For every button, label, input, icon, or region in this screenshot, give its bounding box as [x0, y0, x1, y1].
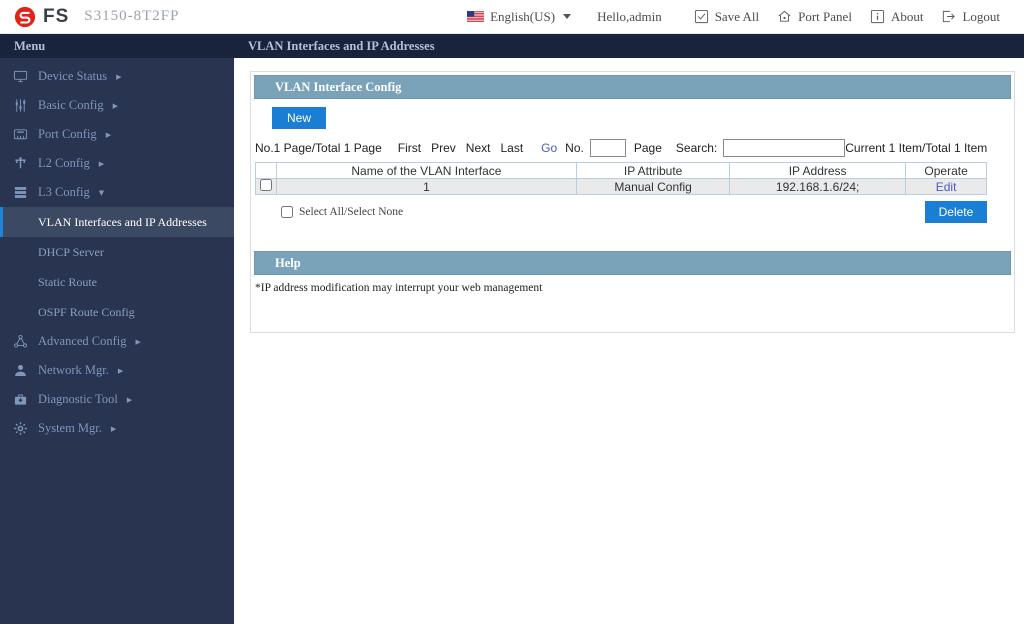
chevron-right-icon: ▶	[105, 130, 112, 139]
table-row: 1 Manual Config 192.168.1.6/24; Edit	[255, 178, 988, 195]
logout-button[interactable]: Logout	[941, 9, 1000, 25]
chevron-right-icon: ▶	[98, 159, 105, 168]
search-label: Search:	[675, 141, 718, 155]
col-operate: Operate	[904, 162, 988, 179]
col-ip-attribute: IP Attribute	[575, 162, 731, 179]
layers-icon	[13, 185, 28, 200]
panel-header-help: Help	[254, 251, 1012, 275]
topology-icon	[13, 156, 28, 171]
first-page-link[interactable]: First	[398, 141, 421, 155]
sidebar-item-l3-config[interactable]: L3 Config ▼	[0, 178, 234, 207]
sidebar: Device Status ▶ Basic Config ▶ Port Conf…	[0, 58, 234, 624]
us-flag-icon	[467, 11, 485, 22]
pagination-bar: No.1 Page/Total 1 Page First Prev Next L…	[255, 139, 987, 157]
next-page-link[interactable]: Next	[466, 141, 491, 155]
select-all-label: Select All/Select None	[299, 206, 404, 218]
logout-icon	[941, 9, 956, 24]
row-checkbox[interactable]	[260, 179, 272, 191]
page-title: VLAN Interfaces and IP Addresses	[248, 38, 435, 53]
monitor-icon	[13, 69, 28, 84]
language-selector[interactable]: English(US)	[467, 8, 572, 25]
header-checkbox-cell	[255, 162, 277, 179]
sidebar-item-system-mgr[interactable]: System Mgr. ▶	[0, 414, 234, 443]
cell-ip-address: 192.168.1.6/24;	[729, 178, 906, 195]
config-card: VLAN Interface Config New No.1 Page/Tota…	[250, 71, 1016, 333]
last-page-link[interactable]: Last	[500, 141, 523, 155]
sidebar-item-port-config[interactable]: Port Config ▶	[0, 120, 234, 149]
chevron-right-icon: ▶	[112, 101, 119, 110]
chevron-right-icon: ▶	[126, 395, 133, 404]
topbar: FS S3150-8T2FP English(US) Hello,admin S…	[0, 0, 1024, 34]
save-all-button[interactable]: Save All	[694, 9, 759, 25]
port-panel-button[interactable]: Port Panel	[777, 9, 852, 25]
brand: FS S3150-8T2FP	[14, 6, 179, 28]
language-label: English(US)	[490, 8, 556, 24]
panel-header-vlan-config: VLAN Interface Config	[254, 75, 1012, 99]
new-button[interactable]: New	[272, 107, 327, 129]
delete-button[interactable]: Delete	[924, 201, 988, 223]
chevron-right-icon: ▶	[116, 72, 122, 81]
sidebar-item-advanced-config[interactable]: Advanced Config ▶	[0, 327, 234, 356]
about-button[interactable]: About	[870, 9, 923, 25]
user-greeting: Hello,admin	[597, 8, 662, 24]
search-input[interactable]	[723, 139, 846, 157]
chevron-right-icon: ▶	[117, 366, 124, 375]
go-link[interactable]: Go	[541, 141, 557, 155]
sidebar-item-diagnostic-tool[interactable]: Diagnostic Tool ▶	[0, 385, 234, 414]
no-label: No.	[565, 141, 584, 155]
select-all-checkbox[interactable]	[281, 206, 293, 218]
port-icon	[13, 127, 28, 142]
fs-logo-icon	[14, 6, 36, 28]
chevron-down-icon: ▼	[98, 188, 105, 197]
chevron-right-icon: ▶	[110, 424, 117, 433]
sidebar-item-l2-config[interactable]: L2 Config ▶	[0, 149, 234, 178]
sidebar-item-device-status[interactable]: Device Status ▶	[0, 62, 234, 91]
chevron-down-icon	[563, 14, 572, 19]
main-content: VLAN Interface Config New No.1 Page/Tota…	[234, 58, 1024, 624]
current-item-info: Current 1 Item/Total 1 Item	[845, 141, 988, 155]
sidebar-item-ospf-route-config[interactable]: OSPF Route Config	[0, 297, 234, 327]
person-icon	[13, 363, 28, 378]
prev-page-link[interactable]: Prev	[431, 141, 456, 155]
page-info: No.1 Page/Total 1 Page	[255, 141, 382, 155]
sliders-icon	[13, 98, 28, 113]
page-label: Page	[633, 141, 662, 155]
gear-icon	[13, 421, 28, 436]
sidebar-item-dhcp-server[interactable]: DHCP Server	[0, 237, 234, 267]
port-panel-icon	[777, 9, 792, 24]
share-icon	[13, 334, 28, 349]
sidebar-item-static-route[interactable]: Static Route	[0, 267, 234, 297]
col-ip-address: IP Address	[729, 162, 906, 179]
help-text: *IP address modification may interrupt y…	[255, 282, 543, 294]
save-all-icon	[694, 9, 709, 24]
page-number-input[interactable]	[589, 139, 626, 157]
menu-label: Menu	[14, 38, 46, 53]
menubar: Menu VLAN Interfaces and IP Addresses	[0, 34, 1024, 58]
vlan-table: Name of the VLAN Interface IP Attribute …	[255, 162, 988, 195]
sidebar-item-network-mgr[interactable]: Network Mgr. ▶	[0, 356, 234, 385]
sidebar-item-basic-config[interactable]: Basic Config ▶	[0, 91, 234, 120]
select-all-row: Select All/Select None Delete	[281, 201, 988, 223]
col-name: Name of the VLAN Interface	[276, 162, 577, 179]
table-header-row: Name of the VLAN Interface IP Attribute …	[255, 162, 988, 179]
brand-name: FS	[43, 5, 70, 27]
edit-link[interactable]: Edit	[936, 180, 957, 194]
cell-ip-attribute: Manual Config	[575, 178, 731, 195]
toolbox-icon	[13, 392, 28, 407]
info-icon	[870, 9, 885, 24]
sidebar-item-vlan-interfaces[interactable]: VLAN Interfaces and IP Addresses	[0, 207, 234, 237]
cell-vlan-name: 1	[276, 178, 577, 195]
chevron-right-icon: ▶	[135, 337, 141, 346]
device-model: S3150-8T2FP	[84, 8, 180, 24]
